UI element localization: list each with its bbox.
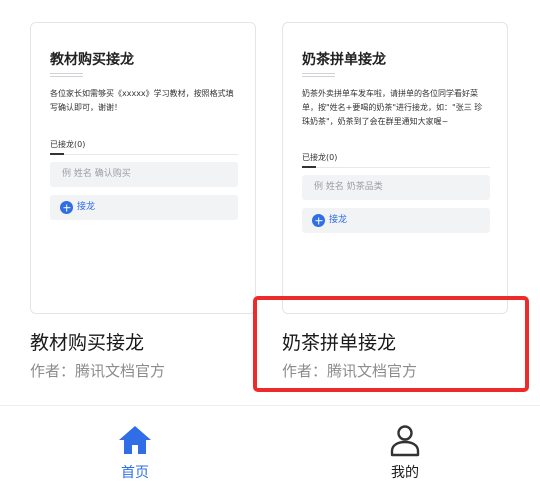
- signup-count: 已接龙(0): [302, 153, 338, 162]
- entry-input-example: 例 姓名 确认购买: [50, 162, 238, 187]
- plus-circle-icon: [60, 201, 73, 214]
- signup-count: 已接龙(0): [50, 140, 86, 149]
- entry-input-example: 例 姓名 奶茶品类: [302, 175, 490, 200]
- plus-circle-icon: [312, 214, 325, 227]
- template-grid: 教材购买接龙 各位家长如需够买《xxxxx》学习教材，按照格式填 写确认即可，谢…: [0, 0, 540, 400]
- template-preview-card[interactable]: 奶茶拼单接龙 奶茶外卖拼单车发车啦，请拼单的各位同学看好菜 单，按"姓名+要喝的…: [282, 22, 508, 314]
- title-divider: [302, 73, 335, 74]
- tab-me-label: 我的: [391, 465, 419, 481]
- bottom-tab-bar: 首页 我的: [0, 405, 540, 490]
- template-preview-card[interactable]: 教材购买接龙 各位家长如需够买《xxxxx》学习教材，按照格式填 写确认即可，谢…: [30, 22, 256, 314]
- person-icon: [390, 425, 420, 457]
- tab-home-label: 首页: [121, 465, 149, 481]
- template-title: 教材购买接龙: [30, 332, 145, 354]
- add-entry-button: 接龙: [302, 208, 490, 233]
- template-author: 作者：腾讯文档官方: [30, 362, 166, 380]
- home-icon: [119, 426, 151, 454]
- card-description: 各位家长如需够买《xxxxx》学习教材，按照格式填 写确认即可，谢谢！: [50, 89, 234, 112]
- tab-me[interactable]: 我的: [345, 406, 465, 490]
- title-divider: [50, 73, 83, 74]
- card-title: 奶茶拼单接龙: [302, 52, 386, 68]
- card-description: 奶茶外卖拼单车发车啦，请拼单的各位同学看好菜 单，按"姓名+要喝的奶茶"进行接龙…: [302, 89, 483, 126]
- count-divider: [302, 166, 490, 168]
- count-divider: [50, 153, 238, 155]
- add-entry-button: 接龙: [50, 195, 238, 220]
- tab-home[interactable]: 首页: [75, 406, 195, 490]
- card-title: 教材购买接龙: [50, 52, 134, 68]
- selection-highlight: [253, 296, 529, 392]
- add-entry-label: 接龙: [77, 202, 96, 212]
- add-entry-label: 接龙: [329, 215, 348, 225]
